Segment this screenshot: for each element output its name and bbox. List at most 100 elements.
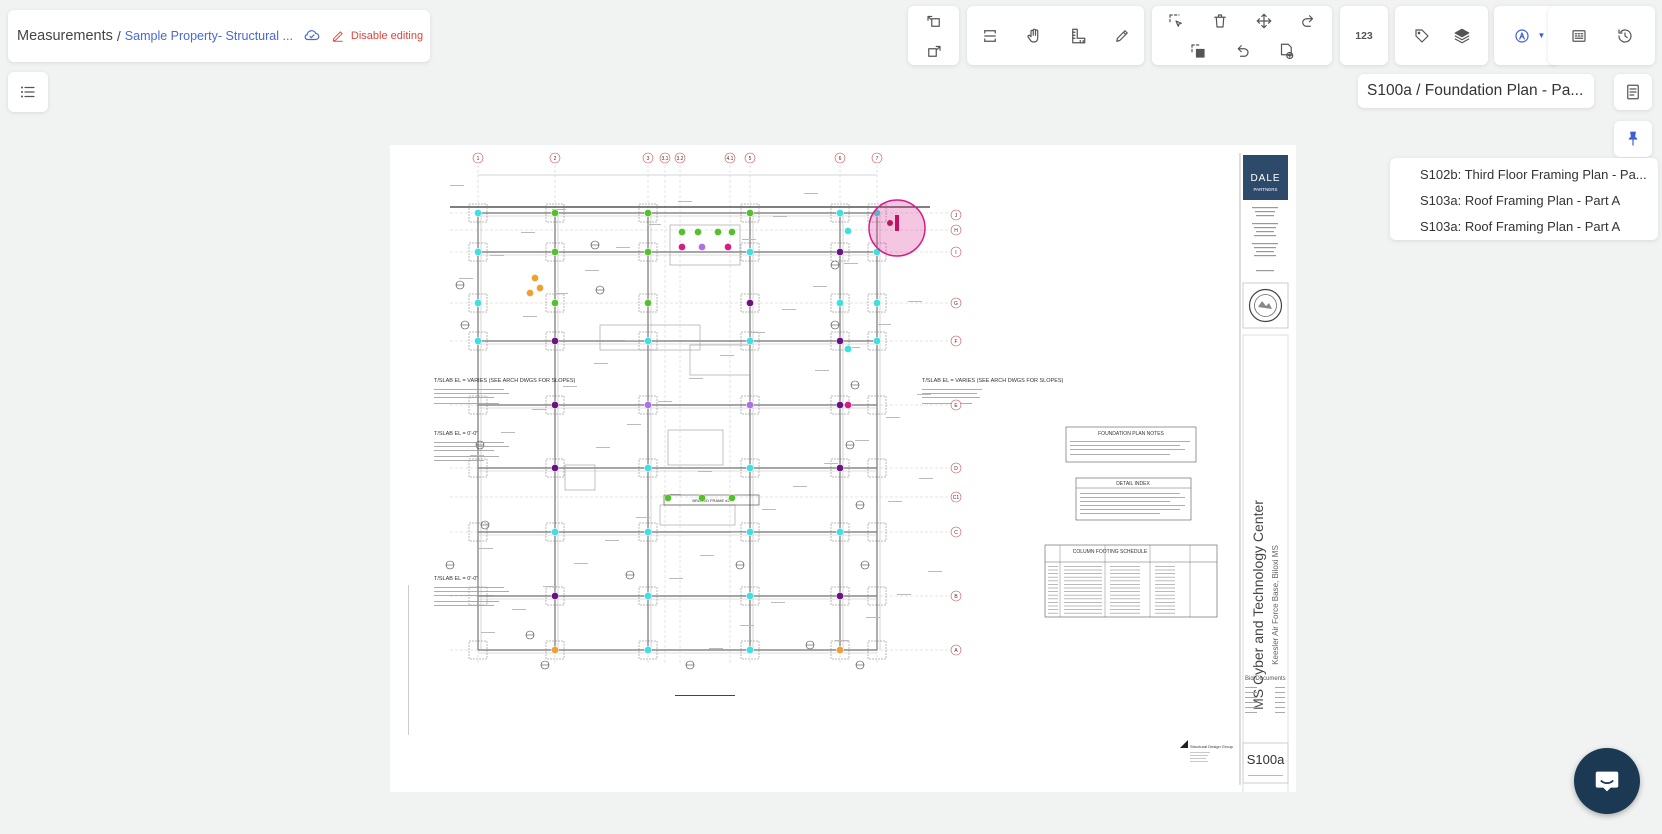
trash-icon[interactable] bbox=[1205, 6, 1235, 36]
layers-icon[interactable] bbox=[1447, 21, 1477, 51]
measurement-marker[interactable] bbox=[873, 299, 881, 307]
sheet-title-selector[interactable]: S100a / Foundation Plan - Pa... bbox=[1358, 74, 1594, 108]
braced-frame-label: BRACED FRAME #2 bbox=[692, 498, 730, 503]
undo-icon[interactable] bbox=[1227, 36, 1257, 66]
calculator-icon[interactable] bbox=[1564, 21, 1594, 51]
measurement-marker[interactable] bbox=[551, 592, 559, 600]
sheet-list-item[interactable]: S103a: Roof Framing Plan - Part A bbox=[1390, 188, 1658, 214]
measurement-marker[interactable] bbox=[746, 646, 754, 654]
measurement-marker[interactable] bbox=[644, 592, 652, 600]
measurement-marker[interactable] bbox=[474, 337, 482, 345]
chat-launcher-button[interactable] bbox=[1574, 748, 1640, 814]
rotate-right-icon[interactable] bbox=[919, 36, 949, 66]
split-icon[interactable] bbox=[975, 21, 1005, 51]
sheet-list-item[interactable]: S103a: Roof Framing Plan - Part A bbox=[1390, 214, 1658, 240]
measurement-marker[interactable] bbox=[873, 337, 881, 345]
measurement-marker[interactable] bbox=[644, 646, 652, 654]
sheet-details-button[interactable] bbox=[1614, 74, 1652, 110]
disable-editing-button[interactable]: Disable editing bbox=[331, 29, 423, 43]
measurement-marker[interactable] bbox=[644, 528, 652, 536]
measurement-marker[interactable] bbox=[474, 209, 482, 217]
measurement-marker[interactable] bbox=[746, 299, 754, 307]
breadcrumb-property[interactable]: Sample Property- Structural ... bbox=[125, 29, 293, 43]
measurement-marker[interactable] bbox=[531, 274, 539, 282]
grid-letter-label: H bbox=[954, 228, 958, 234]
measurement-marker[interactable] bbox=[746, 592, 754, 600]
ruler-icon[interactable] bbox=[1063, 21, 1093, 51]
sheet-list-item[interactable]: S102b: Third Floor Framing Plan - Pa... bbox=[1390, 162, 1658, 188]
measurement-marker[interactable] bbox=[664, 494, 672, 502]
title-block: DALE PARTNERS MS Cyber and Technology Ce… bbox=[1180, 153, 1289, 792]
measurement-marker[interactable] bbox=[678, 243, 686, 251]
slab-notes: T/SLAB EL = VARIES (SEE ARCH DWGS FOR SL… bbox=[434, 378, 1064, 606]
measurement-marker[interactable] bbox=[836, 299, 844, 307]
measurement-marker[interactable] bbox=[746, 209, 754, 217]
measurement-marker[interactable] bbox=[526, 289, 534, 297]
measurement-marker[interactable] bbox=[836, 528, 844, 536]
measurement-marker[interactable] bbox=[644, 401, 652, 409]
grid-letter-label: G bbox=[954, 301, 958, 307]
measurement-marker[interactable] bbox=[644, 337, 652, 345]
measurement-marker[interactable] bbox=[551, 299, 559, 307]
measurement-marker[interactable] bbox=[836, 592, 844, 600]
tag-icon[interactable] bbox=[1407, 21, 1437, 51]
measurement-marker[interactable] bbox=[551, 337, 559, 345]
redo-icon[interactable] bbox=[1293, 6, 1323, 36]
measurement-marker[interactable] bbox=[724, 243, 732, 251]
measurement-marker[interactable] bbox=[728, 228, 736, 236]
measurement-marker[interactable] bbox=[836, 248, 844, 256]
measurement-marker[interactable] bbox=[551, 646, 559, 654]
measurement-marker[interactable] bbox=[536, 284, 544, 292]
count-button[interactable]: 123 bbox=[1340, 6, 1388, 65]
measurement-marker[interactable] bbox=[746, 464, 754, 472]
pin-button[interactable] bbox=[1614, 121, 1652, 157]
measurement-marker[interactable] bbox=[844, 401, 852, 409]
measurement-marker[interactable] bbox=[698, 494, 706, 502]
drawing-canvas[interactable]: DALE PARTNERS MS Cyber and Technology Ce… bbox=[390, 145, 1296, 792]
move-icon[interactable] bbox=[1249, 6, 1279, 36]
measurement-marker[interactable] bbox=[746, 401, 754, 409]
measurement-marker[interactable] bbox=[836, 337, 844, 345]
firm-name: DALE bbox=[1250, 173, 1280, 184]
measurement-marker[interactable] bbox=[644, 299, 652, 307]
measurement-marker[interactable] bbox=[474, 248, 482, 256]
measurement-marker[interactable] bbox=[714, 228, 722, 236]
measurement-marker[interactable] bbox=[694, 228, 702, 236]
rotate-left-icon[interactable] bbox=[919, 6, 949, 36]
copy-file-icon[interactable] bbox=[1271, 36, 1301, 66]
annotation-style-icon bbox=[1507, 21, 1537, 51]
measurement-marker[interactable] bbox=[551, 401, 559, 409]
measurement-marker[interactable] bbox=[844, 227, 852, 235]
bid-documents-label: Bid Documents bbox=[1245, 676, 1286, 682]
measurement-marker[interactable] bbox=[836, 464, 844, 472]
list-toggle-button[interactable] bbox=[8, 72, 48, 112]
measurement-marker[interactable] bbox=[644, 248, 652, 256]
project-location: Keesler Air Force Base, Biloxi MS bbox=[1271, 545, 1280, 665]
select-icon[interactable] bbox=[1161, 6, 1191, 36]
measurement-marker[interactable] bbox=[644, 209, 652, 217]
measurement-marker[interactable] bbox=[551, 209, 559, 217]
copy-select-icon[interactable] bbox=[1183, 36, 1213, 66]
measurement-marker[interactable] bbox=[746, 337, 754, 345]
breadcrumb-root[interactable]: Measurements bbox=[17, 28, 113, 44]
measurement-marker[interactable] bbox=[551, 248, 559, 256]
hand-pan-icon[interactable] bbox=[1019, 21, 1049, 51]
measurement-marker[interactable] bbox=[844, 345, 852, 353]
measurement-marker[interactable] bbox=[698, 243, 706, 251]
grid-number-label: 6 bbox=[839, 156, 842, 162]
measurement-marker[interactable] bbox=[474, 299, 482, 307]
measurement-marker[interactable] bbox=[746, 248, 754, 256]
sheet-number: S100a bbox=[1247, 752, 1285, 767]
measurement-marker[interactable] bbox=[551, 528, 559, 536]
measurement-marker[interactable] bbox=[746, 528, 754, 536]
measurement-marker[interactable] bbox=[836, 646, 844, 654]
pencil-tool-icon[interactable] bbox=[1107, 21, 1137, 51]
measurement-marker[interactable] bbox=[551, 464, 559, 472]
measurement-marker[interactable] bbox=[836, 209, 844, 217]
history-icon[interactable] bbox=[1610, 21, 1640, 51]
notes-title: FOUNDATION PLAN NOTES bbox=[1098, 431, 1164, 437]
measurement-marker[interactable] bbox=[678, 228, 686, 236]
measurement-marker[interactable] bbox=[644, 464, 652, 472]
measurement-marker[interactable] bbox=[836, 401, 844, 409]
measurement-marker[interactable] bbox=[728, 494, 736, 502]
